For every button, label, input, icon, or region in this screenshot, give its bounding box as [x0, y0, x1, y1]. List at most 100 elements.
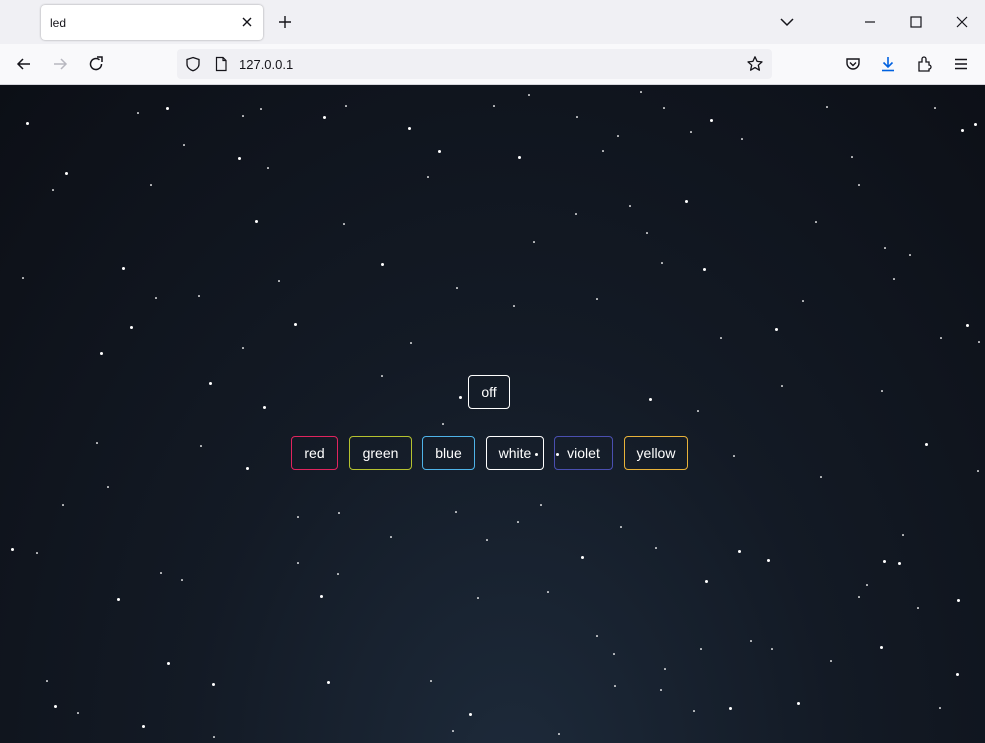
star — [493, 105, 495, 107]
maximize-icon[interactable] — [906, 12, 926, 32]
star — [518, 156, 521, 159]
tab-strip: led — [0, 0, 985, 44]
star — [11, 548, 14, 551]
star — [62, 504, 64, 506]
star — [26, 122, 29, 125]
star — [620, 526, 622, 528]
star — [939, 707, 941, 709]
star — [200, 445, 202, 447]
yellow-button[interactable]: yellow — [624, 436, 688, 470]
star — [690, 131, 692, 133]
star — [934, 107, 936, 109]
star — [198, 295, 200, 297]
extensions-icon[interactable] — [915, 54, 935, 74]
star — [602, 150, 604, 152]
star — [260, 108, 262, 110]
navigation-toolbar: 127.0.0.1 — [0, 44, 985, 85]
star — [700, 648, 702, 650]
star — [278, 280, 280, 282]
forward-arrow-icon[interactable] — [50, 54, 70, 74]
star — [851, 156, 853, 158]
download-icon[interactable] — [878, 54, 898, 74]
star — [65, 172, 68, 175]
star — [54, 705, 57, 708]
star — [909, 254, 911, 256]
star — [581, 556, 584, 559]
hamburger-menu-icon[interactable] — [951, 54, 971, 74]
red-button[interactable]: red — [291, 436, 338, 470]
star — [614, 685, 616, 687]
star — [741, 138, 743, 140]
star-icon[interactable] — [746, 55, 764, 73]
active-tab[interactable]: led — [41, 5, 263, 40]
star — [685, 200, 688, 203]
star — [381, 375, 383, 377]
star — [438, 150, 441, 153]
url-text[interactable]: 127.0.0.1 — [239, 57, 293, 72]
star — [294, 323, 297, 326]
star — [452, 730, 454, 732]
green-button[interactable]: green — [349, 436, 412, 470]
star — [297, 516, 299, 518]
star — [181, 579, 183, 581]
star — [646, 232, 648, 234]
star — [880, 646, 883, 649]
star — [486, 539, 488, 541]
star — [255, 220, 258, 223]
star — [327, 681, 330, 684]
star — [77, 712, 79, 714]
star — [802, 300, 804, 302]
star — [797, 702, 800, 705]
plus-icon[interactable] — [275, 12, 295, 32]
star — [456, 287, 458, 289]
page-viewport: off red green blue white violet yellow — [0, 85, 985, 743]
star — [345, 105, 347, 107]
star — [540, 504, 542, 506]
white-button[interactable]: white — [486, 436, 544, 470]
chevron-down-icon[interactable] — [777, 12, 797, 32]
star — [150, 184, 152, 186]
star — [830, 660, 832, 662]
star — [883, 560, 886, 563]
star — [381, 263, 384, 266]
star — [720, 337, 722, 339]
star — [710, 119, 713, 122]
close-icon[interactable] — [239, 14, 255, 30]
star — [705, 580, 708, 583]
star — [338, 512, 340, 514]
reload-icon[interactable] — [86, 54, 106, 74]
star — [183, 144, 185, 146]
star — [22, 277, 24, 279]
star — [166, 107, 169, 110]
window-close-icon[interactable] — [952, 12, 972, 32]
star — [242, 115, 244, 117]
star — [826, 106, 828, 108]
off-button[interactable]: off — [468, 375, 510, 409]
star — [142, 725, 145, 728]
star — [477, 597, 479, 599]
star — [733, 455, 735, 457]
tracking-shield-icon[interactable] — [185, 56, 201, 72]
star — [167, 662, 170, 665]
star — [925, 443, 928, 446]
violet-button[interactable]: violet — [554, 436, 613, 470]
star — [455, 511, 457, 513]
url-bar[interactable]: 127.0.0.1 — [177, 49, 772, 79]
minimize-icon[interactable] — [860, 12, 880, 32]
pocket-icon[interactable] — [843, 54, 863, 74]
star — [655, 547, 657, 549]
star — [212, 683, 215, 686]
star — [576, 116, 578, 118]
star — [263, 406, 266, 409]
star — [213, 736, 215, 738]
star — [52, 189, 54, 191]
back-arrow-icon[interactable] — [14, 54, 34, 74]
star — [533, 241, 535, 243]
star — [320, 595, 323, 598]
star — [469, 713, 472, 716]
star — [917, 607, 919, 609]
star — [858, 184, 860, 186]
star — [337, 573, 339, 575]
blue-button[interactable]: blue — [422, 436, 475, 470]
star — [107, 486, 109, 488]
